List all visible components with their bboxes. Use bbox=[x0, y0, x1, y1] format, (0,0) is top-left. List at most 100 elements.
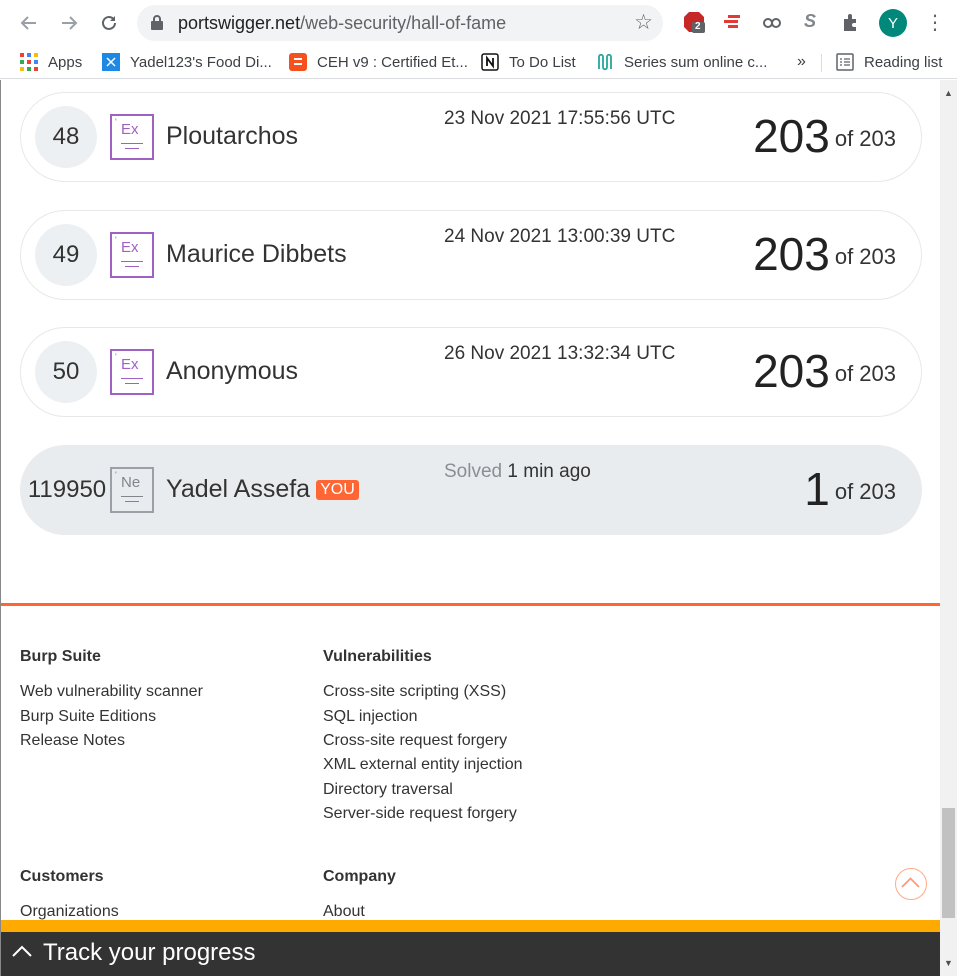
footer-link-about[interactable]: About bbox=[323, 903, 365, 921]
adblock-extension-icon[interactable]: 2 bbox=[683, 11, 705, 33]
solved-time: Solved 1 min ago bbox=[444, 461, 591, 483]
footer-link-web-vulnerability-scanner[interactable]: Web vulnerability scanner bbox=[20, 683, 203, 701]
current-user-row: 119950 ' Ne Yadel Assefa YOU Solved 1 min … bbox=[20, 445, 922, 535]
reading-list-button[interactable]: Reading list bbox=[836, 53, 942, 71]
player-name: Ploutarchos bbox=[166, 122, 299, 150]
bookmarks-overflow-button[interactable]: » bbox=[797, 53, 806, 71]
url-host: portswigger.net bbox=[178, 13, 301, 33]
newbie-badge-icon: ' Ne bbox=[110, 467, 154, 513]
score-total: of 203 bbox=[834, 479, 896, 504]
browser-menu-icon[interactable]: ⋮ bbox=[925, 10, 945, 35]
scroll-up-arrow-icon[interactable]: ▲ bbox=[944, 88, 953, 98]
chevron-up-icon bbox=[12, 945, 32, 957]
expert-badge-icon: ' Ex bbox=[110, 349, 154, 395]
score-value: 203 bbox=[753, 110, 830, 162]
lock-icon bbox=[151, 15, 163, 30]
score-value: 203 bbox=[753, 345, 830, 397]
player-name-text: Yadel Assefa bbox=[166, 475, 311, 503]
completion-date: 23 Nov 2021 17:55:56 UTC bbox=[444, 108, 676, 129]
track-progress-panel: Track your progress bbox=[1, 932, 940, 976]
reading-list-label: Reading list bbox=[864, 53, 943, 71]
browser-toolbar: portswigger.net/web-security/hall-of-fam… bbox=[0, 0, 957, 46]
flag-extension-icon[interactable] bbox=[722, 11, 744, 33]
reading-list-icon bbox=[836, 53, 854, 71]
completion-date: 24 Nov 2021 13:00:39 UTC bbox=[444, 226, 676, 247]
footer-link-sql-injection[interactable]: SQL injection bbox=[323, 708, 418, 726]
bookmark-x-icon bbox=[102, 53, 120, 71]
solved-label: Solved bbox=[444, 461, 503, 482]
footer-heading-company: Company bbox=[323, 868, 396, 885]
score-total: of 203 bbox=[834, 126, 896, 151]
bookmark-todo[interactable]: To Do List bbox=[481, 53, 576, 71]
forward-button[interactable] bbox=[54, 8, 84, 38]
bookmark-series-sum[interactable]: Series sum online c... bbox=[596, 53, 767, 71]
footer-link-organizations[interactable]: Organizations bbox=[20, 903, 119, 921]
bookmarks-bar: Apps Yadel123's Food Di... CEH v9 : Cert… bbox=[0, 46, 957, 79]
rank-number: 50 bbox=[35, 341, 97, 403]
bookmark-label: Apps bbox=[48, 53, 83, 71]
forward-arrow-icon bbox=[62, 16, 78, 30]
score: 203 of 203 bbox=[753, 109, 896, 163]
footer-link-xss[interactable]: Cross-site scripting (XSS) bbox=[323, 683, 506, 701]
you-badge: YOU bbox=[316, 480, 359, 500]
bookmark-food-diary[interactable]: Yadel123's Food Di... bbox=[102, 53, 272, 71]
blogger-icon bbox=[289, 53, 307, 71]
rank-number: 119950 bbox=[27, 476, 107, 503]
footer-link-ssrf[interactable]: Server-side request forgery bbox=[323, 805, 517, 823]
leaderboard-row: 49 ' Ex Maurice Dibbets 24 Nov 2021 13:00… bbox=[20, 210, 922, 300]
player-name: Yadel Assefa YOU bbox=[166, 475, 359, 504]
score-value: 1 bbox=[804, 463, 830, 515]
footer-link-xxe[interactable]: XML external entity injection bbox=[323, 756, 523, 774]
reload-button[interactable] bbox=[94, 8, 124, 38]
footer-link-release-notes[interactable]: Release Notes bbox=[20, 732, 125, 750]
score-value: 203 bbox=[753, 228, 830, 280]
expert-badge-icon: ' Ex bbox=[110, 114, 154, 160]
score-total: of 203 bbox=[834, 361, 896, 386]
track-progress-label: Track your progress bbox=[43, 939, 256, 966]
page-content: 48 ' Ex Ploutarchos 23 Nov 2021 17:55:56 … bbox=[0, 80, 940, 976]
s-extension-icon[interactable]: S bbox=[804, 11, 826, 33]
bookmark-label: CEH v9 : Certified Et... bbox=[317, 53, 468, 71]
player-name: Anonymous bbox=[166, 357, 299, 385]
footer-divider bbox=[1, 603, 940, 606]
track-progress-bar[interactable]: Track your progress bbox=[1, 920, 940, 976]
address-bar[interactable]: portswigger.net/web-security/hall-of-fam… bbox=[137, 5, 663, 41]
footer-link-csrf[interactable]: Cross-site request forgery bbox=[323, 732, 507, 750]
rank-number: 48 bbox=[35, 106, 97, 168]
expert-badge-icon: ' Ex bbox=[110, 232, 154, 278]
scrollbar-thumb[interactable] bbox=[942, 808, 955, 918]
profile-avatar[interactable]: Y bbox=[879, 9, 907, 37]
reload-icon bbox=[102, 15, 116, 30]
back-arrow-icon bbox=[20, 16, 36, 30]
series-icon bbox=[598, 53, 612, 71]
chevron-up-icon bbox=[901, 877, 920, 888]
leaderboard-row: 50 ' Ex Anonymous 26 Nov 2021 13:32:34 UT… bbox=[20, 327, 922, 417]
bookmark-ceh[interactable]: CEH v9 : Certified Et... bbox=[289, 53, 468, 71]
footer-heading-vulnerabilities: Vulnerabilities bbox=[323, 648, 432, 665]
notion-icon bbox=[481, 53, 499, 71]
apps-grid-icon bbox=[20, 53, 38, 71]
score: 203 of 203 bbox=[753, 344, 896, 398]
extensions-puzzle-icon[interactable] bbox=[840, 11, 862, 33]
footer-link-burp-suite-editions[interactable]: Burp Suite Editions bbox=[20, 708, 156, 726]
leaderboard-row: 48 ' Ex Ploutarchos 23 Nov 2021 17:55:56 … bbox=[20, 92, 922, 182]
back-to-top-button[interactable] bbox=[895, 868, 927, 900]
score-total: of 203 bbox=[834, 244, 896, 269]
extension-badge-count: 2 bbox=[695, 21, 701, 32]
link-extension-icon[interactable] bbox=[761, 11, 783, 33]
footer-heading-customers: Customers bbox=[20, 868, 104, 885]
url-path: /web-security/hall-of-fame bbox=[300, 13, 507, 33]
scroll-down-arrow-icon[interactable]: ▼ bbox=[944, 958, 953, 968]
bookmark-label: Yadel123's Food Di... bbox=[130, 53, 272, 71]
bookmark-apps[interactable]: Apps bbox=[20, 53, 82, 71]
solved-ago: 1 min ago bbox=[507, 461, 591, 482]
url-text: portswigger.net/web-security/hall-of-fam… bbox=[178, 13, 506, 34]
bookmark-star-icon[interactable]: ☆ bbox=[634, 10, 653, 35]
footer-heading-burp-suite: Burp Suite bbox=[20, 648, 101, 665]
score: 1 of 203 bbox=[804, 462, 896, 516]
footer-link-directory-traversal[interactable]: Directory traversal bbox=[323, 781, 453, 799]
completion-date: 26 Nov 2021 13:32:34 UTC bbox=[444, 343, 676, 364]
bookmarks-divider bbox=[821, 54, 822, 72]
bookmark-label: To Do List bbox=[509, 53, 576, 71]
back-button[interactable] bbox=[14, 8, 44, 38]
